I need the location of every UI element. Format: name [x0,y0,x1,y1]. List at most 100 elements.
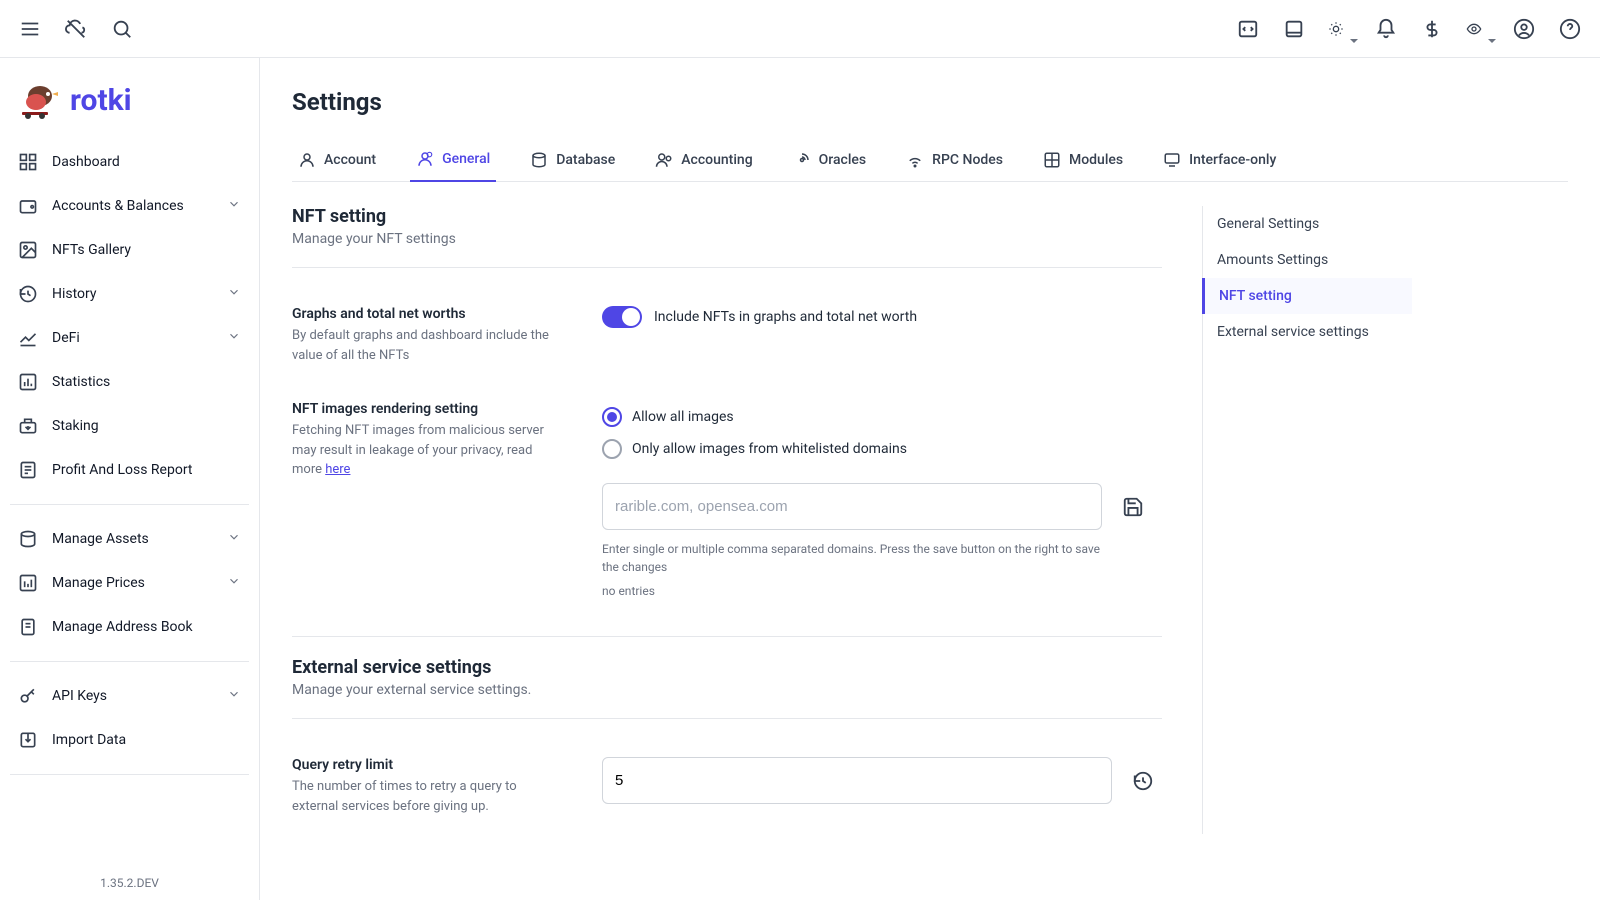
sidebar-item-accounts-balances[interactable]: Accounts & Balances [8,184,251,228]
dashboard-icon [18,152,38,172]
right-nav: General Settings Amounts Settings NFT se… [1202,206,1412,834]
sidebar-item-address-book[interactable]: Manage Address Book [8,605,251,649]
sidebar-item-label: Manage Prices [52,575,145,591]
tab-rpc-nodes[interactable]: RPC Nodes [900,140,1009,181]
sidebar-item-label: Manage Address Book [52,619,193,635]
sidebar-item-api-keys[interactable]: API Keys [8,674,251,718]
right-nav-general[interactable]: General Settings [1203,206,1412,242]
sidebar-item-statistics[interactable]: Statistics [8,360,251,404]
tab-accounting[interactable]: Accounting [649,140,758,181]
section-title-external: External service settings [292,657,1162,678]
setting-graphs-networth: Graphs and total net worths By default g… [292,288,1162,383]
prices-icon [18,573,38,593]
eye-icon[interactable] [1466,17,1490,41]
tab-label: Oracles [819,152,866,168]
tab-account[interactable]: Account [292,140,382,181]
radio-whitelist-only[interactable]: Only allow images from whitelisted domai… [602,433,1162,465]
history-icon [18,284,38,304]
key-icon [18,686,38,706]
setting-desc: The number of times to retry a query to … [292,777,562,816]
right-nav-nft[interactable]: NFT setting [1202,278,1412,314]
sidebar-item-nfts-gallery[interactable]: NFTs Gallery [8,228,251,272]
setting-desc: By default graphs and dashboard include … [292,326,562,365]
whitelist-helper: Enter single or multiple comma separated… [602,540,1102,576]
here-link[interactable]: here [325,462,350,477]
sidebar-item-label: API Keys [52,688,107,704]
menu-icon[interactable] [18,17,42,41]
sidebar-item-label: Staking [52,418,99,434]
topbar-left [18,17,134,41]
tab-oracles[interactable]: Oracles [787,140,872,181]
divider [292,636,1162,637]
tab-label: Account [324,152,376,168]
divider [292,718,1162,719]
sidebar-item-label: Import Data [52,732,126,748]
topbar-right [1236,17,1582,41]
sidebar-item-dashboard[interactable]: Dashboard [8,140,251,184]
brand-logo-icon [18,80,58,120]
right-nav-amounts[interactable]: Amounts Settings [1203,242,1412,278]
brand[interactable]: rotki [0,58,259,134]
dollar-icon[interactable] [1420,17,1444,41]
setting-desc: Fetching NFT images from malicious serve… [292,421,562,480]
query-retry-input[interactable] [602,757,1112,804]
sidebar-item-manage-assets[interactable]: Manage Assets [8,517,251,561]
tab-general[interactable]: General [410,140,496,182]
nav-tertiary: API Keys Import Data [0,668,259,768]
sidebar-item-defi[interactable]: DeFi [8,316,251,360]
setting-nft-images: NFT images rendering setting Fetching NF… [292,383,1162,616]
search-icon[interactable] [110,17,134,41]
sidebar-item-manage-prices[interactable]: Manage Prices [8,561,251,605]
tab-label: Modules [1069,152,1123,168]
include-nfts-toggle[interactable] [602,306,642,328]
setting-title: Graphs and total net worths [292,306,562,322]
sidebar-item-history[interactable]: History [8,272,251,316]
reset-icon[interactable] [1132,770,1154,792]
whitelist-domains-input[interactable] [602,483,1102,530]
nav-divider [10,774,249,775]
brand-name: rotki [70,83,132,118]
section-title-nft: NFT setting [292,206,1162,227]
sidebar-item-label: Profit And Loss Report [52,462,192,478]
bell-icon[interactable] [1374,17,1398,41]
chevron-down-icon [227,329,241,347]
sun-icon[interactable] [1328,17,1352,41]
tab-interface-only[interactable]: Interface-only [1157,140,1282,181]
cloud-off-icon[interactable] [64,17,88,41]
user-icon[interactable] [1512,17,1536,41]
tab-label: General [442,151,490,167]
right-nav-external[interactable]: External service settings [1203,314,1412,350]
nav-divider [10,504,249,505]
sidebar-item-label: Manage Assets [52,531,149,547]
image-icon [18,240,38,260]
chevron-down-icon [227,197,241,215]
chevron-down-icon [227,687,241,705]
tab-modules[interactable]: Modules [1037,140,1129,181]
setting-title: NFT images rendering setting [292,401,562,417]
save-icon[interactable] [1122,496,1144,518]
sidebar-item-import-data[interactable]: Import Data [8,718,251,762]
tab-label: Database [556,152,615,168]
sidebar-item-staking[interactable]: Staking [8,404,251,448]
sidebar-item-label: History [52,286,97,302]
settings-tabs: Account General Database Accounting Orac… [292,140,1568,182]
radio-icon [602,407,622,427]
chevron-down-icon [227,574,241,592]
sidebar-item-pnl[interactable]: Profit And Loss Report [8,448,251,492]
settings-panel: NFT setting Manage your NFT settings Gra… [292,206,1162,834]
nav-secondary: Manage Assets Manage Prices Manage Addre… [0,511,259,655]
help-icon[interactable] [1558,17,1582,41]
database-icon [18,529,38,549]
page-title: Settings [292,88,1568,116]
tab-label: Interface-only [1189,152,1276,168]
section-sub-external: Manage your external service settings. [292,682,1162,698]
sidebar-item-label: NFTs Gallery [52,242,131,258]
sidebar-item-label: Statistics [52,374,110,390]
note-icon[interactable] [1282,17,1306,41]
main-content: Settings Account General Database Accoun… [260,58,1600,900]
tab-database[interactable]: Database [524,140,621,181]
code-icon[interactable] [1236,17,1260,41]
chevron-down-icon [227,285,241,303]
app-version: 1.35.2.DEV [0,876,259,890]
radio-allow-all[interactable]: Allow all images [602,401,1162,433]
